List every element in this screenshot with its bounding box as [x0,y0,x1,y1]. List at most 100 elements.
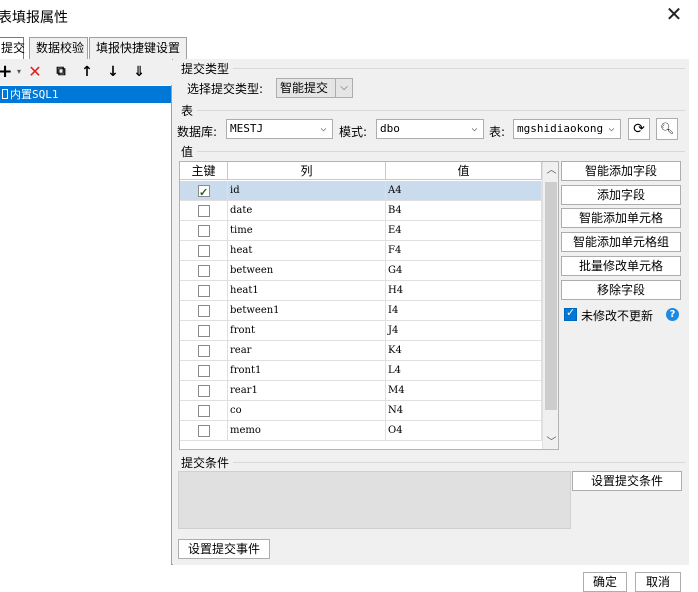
table-row[interactable]: between G4 [180,261,542,281]
ok-button[interactable]: 确定 [583,572,627,592]
column-cell: rear [228,341,386,361]
submit-type-select[interactable]: 智能提交 ⌵ [276,78,353,98]
table-row[interactable]: rear1 M4 [180,381,542,401]
set-event-button[interactable]: 设置提交事件 [178,539,270,559]
scroll-thumb[interactable] [545,182,557,410]
schema-select[interactable]: dbo ⌵ [376,119,484,139]
value-cell: N4 [386,401,542,421]
list-item-label: 内置SQL1 [10,88,59,101]
table-row[interactable]: rear K4 [180,341,542,361]
primary-key-checkbox[interactable] [198,183,210,201]
batch-modify-cell-button[interactable]: 批量修改单元格 [561,256,681,276]
value-cell: J4 [386,321,542,341]
table-row[interactable]: heat1 H4 [180,281,542,301]
key-cell [180,241,228,261]
table-select[interactable]: mgshidiaokong ⌵ [513,119,621,139]
column-cell: rear1 [228,381,386,401]
key-cell [180,301,228,321]
database-label: 数据库: [177,125,218,139]
column-cell: id [228,181,386,201]
help-icon[interactable]: ? [666,308,679,321]
tab-submit[interactable]: 提交 [0,37,25,60]
smart-add-cell-button[interactable]: 智能添加单元格 [561,208,681,228]
primary-key-checkbox[interactable] [198,345,210,357]
sql-icon [2,89,8,99]
table-row[interactable]: time E4 [180,221,542,241]
table-row[interactable]: front J4 [180,321,542,341]
table-label: 表: [489,125,506,139]
key-cell [180,421,228,441]
value-cell: K4 [386,341,542,361]
table-row[interactable]: between1 I4 [180,301,542,321]
tab-data-validation[interactable]: 数据校验 [29,37,88,59]
title-bar: 表填报属性 ✕ [0,0,698,32]
table-value: mgshidiaokong [517,122,604,135]
scroll-up-icon[interactable]: ︿ [543,162,558,179]
section-submit-type: 提交类型 [181,62,230,76]
copy-icon[interactable]: ⧉ [52,63,70,81]
database-value: MESTJ [230,122,264,135]
table-row[interactable]: date B4 [180,201,542,221]
set-condition-button[interactable]: 设置提交条件 [572,471,682,491]
refresh-icon[interactable]: ⟳ [628,118,650,140]
section-table: 表 [181,104,194,118]
column-cell: front1 [228,361,386,381]
table-row[interactable]: heat F4 [180,241,542,261]
smart-add-field-button[interactable]: 智能添加字段 [561,161,681,181]
primary-key-checkbox[interactable] [198,425,210,437]
add-field-button[interactable]: 添加字段 [561,185,681,205]
table-row[interactable]: co N4 [180,401,542,421]
submit-type-value: 智能提交 [280,81,329,95]
primary-key-checkbox[interactable] [198,285,210,297]
value-cell: L4 [386,361,542,381]
section-condition: 提交条件 [181,456,230,470]
column-cell: heat1 [228,281,386,301]
submit-settings-pane: 提交类型 选择提交类型: 智能提交 ⌵ 表 数据库: MESTJ ⌵ 模式: d… [173,59,689,565]
key-cell [180,181,228,201]
table-row[interactable]: memo O4 [180,421,542,441]
primary-key-checkbox[interactable] [198,325,210,337]
tab-shortcut-settings[interactable]: 填报快捷键设置 [89,37,187,59]
primary-key-checkbox[interactable] [198,205,210,217]
key-cell [180,341,228,361]
header-column: 列 [228,162,386,180]
column-cell: time [228,221,386,241]
scroll-down-icon[interactable]: ﹀ [543,434,558,449]
condition-display [178,471,571,529]
no-update-checkbox[interactable] [564,306,577,321]
primary-key-checkbox[interactable] [198,225,210,237]
header-value: 值 [386,162,542,180]
move-down-icon[interactable]: ↓ [104,63,122,81]
column-cell: heat [228,241,386,261]
primary-key-checkbox[interactable] [198,405,210,417]
primary-key-checkbox[interactable] [198,305,210,317]
column-cell: memo [228,421,386,441]
primary-key-checkbox[interactable] [198,385,210,397]
schema-label: 模式: [339,125,368,139]
cancel-button[interactable]: 取消 [635,572,681,592]
key-cell [180,281,228,301]
move-bottom-icon[interactable]: ⇓ [130,63,148,81]
list-item-sql1[interactable]: 内置SQL1 [0,86,171,103]
close-icon[interactable]: ✕ [664,4,684,24]
key-cell [180,381,228,401]
value-cell: E4 [386,221,542,241]
table-row[interactable]: idA4 [180,181,542,201]
primary-key-checkbox[interactable] [198,245,210,257]
submit-type-label: 选择提交类型: [187,82,264,96]
chevron-down-icon: ⌵ [335,79,352,97]
move-up-icon[interactable]: ↑ [78,63,96,81]
primary-key-checkbox[interactable] [198,365,210,377]
delete-icon[interactable]: ✕ [26,63,44,81]
primary-key-checkbox[interactable] [198,265,210,277]
remove-field-button[interactable]: 移除字段 [561,280,681,300]
smart-add-cell-group-button[interactable]: 智能添加单元格组 [561,232,681,252]
value-cell: O4 [386,421,542,441]
preview-icon[interactable]: 🔍︎ [656,118,678,140]
table-row[interactable]: front1 L4 [180,361,542,381]
value-cell: I4 [386,301,542,321]
no-update-label: 未修改不更新 [581,309,654,323]
column-cell: between [228,261,386,281]
table-scrollbar[interactable]: ︿ ﹀ [542,162,558,449]
database-select[interactable]: MESTJ ⌵ [226,119,333,139]
